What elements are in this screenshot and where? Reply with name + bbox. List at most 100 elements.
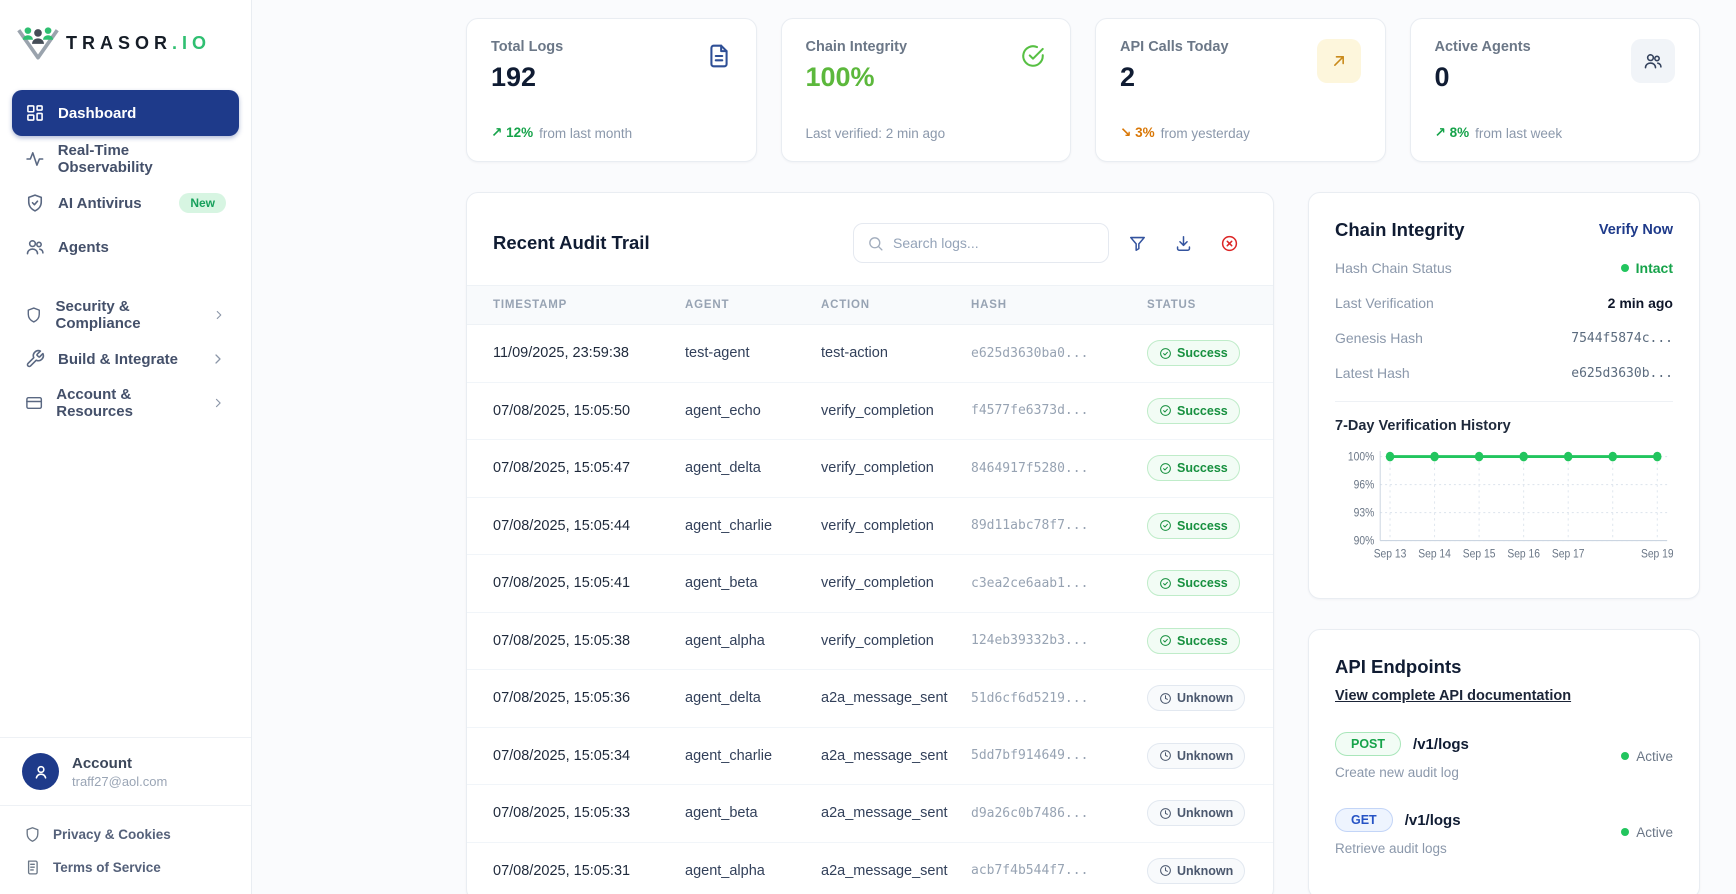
clear-button[interactable]: [1211, 225, 1247, 261]
sidebar-item-real-time-observability[interactable]: Real-Time Observability: [12, 138, 239, 180]
clock-icon: [1160, 807, 1171, 819]
brand-logo-icon: [17, 27, 59, 60]
genesis-hash-value: 7544f5874c...: [1571, 330, 1673, 346]
cell-agent: agent_beta: [685, 575, 758, 592]
sidebar-nav: Dashboard Real-Time Observability AI Ant…: [0, 90, 251, 426]
status-badge: Unknown: [1147, 742, 1246, 769]
status-dot: [1620, 264, 1629, 272]
cell-timestamp: 07/08/2025, 15:05:36: [493, 690, 631, 707]
status-dot: [1621, 752, 1630, 760]
document-icon: [24, 859, 41, 876]
table-row[interactable]: 07/08/2025, 15:05:44 agent_charlie verif…: [467, 498, 1273, 555]
table-row[interactable]: 07/08/2025, 15:05:41 agent_beta verify_c…: [467, 555, 1273, 613]
cell-action: verify_completion: [821, 517, 934, 534]
clock-icon: [1160, 692, 1171, 704]
table-header: Timestamp Agent Action Hash Status: [467, 285, 1273, 325]
divider: [1335, 401, 1673, 402]
sidebar-item-build-integrate[interactable]: Build & Integrate: [12, 338, 239, 380]
users-icon: [25, 237, 45, 257]
sidebar-item-ai-antivirus[interactable]: AI Antivirus New: [12, 182, 239, 224]
svg-text:Sep 14: Sep 14: [1418, 548, 1451, 561]
audit-trail-title: Recent Audit Trail: [493, 232, 650, 253]
field-label: Latest Hash: [1335, 365, 1410, 381]
status-badge: Success: [1147, 570, 1240, 597]
cell-agent: agent_delta: [685, 460, 761, 477]
table-row[interactable]: 11/09/2025, 23:59:38 test-agent test-act…: [467, 325, 1273, 383]
cell-agent: test-agent: [685, 345, 750, 362]
shield-check-icon: [25, 193, 45, 213]
sidebar: TRASOR.IO Dashboard Real-Time Observabil…: [0, 0, 252, 894]
table-row[interactable]: 07/08/2025, 15:05:38 agent_alpha verify_…: [467, 613, 1273, 670]
sidebar-item-security-compliance[interactable]: Security & Compliance: [12, 294, 239, 336]
account-email: traff27@aol.com: [72, 773, 168, 789]
table-body: 11/09/2025, 23:59:38 test-agent test-act…: [467, 325, 1273, 894]
last-verification-value: 2 min ago: [1607, 295, 1673, 311]
table-row[interactable]: 07/08/2025, 15:05:50 agent_echo verify_c…: [467, 383, 1273, 440]
cell-agent: agent_charlie: [685, 747, 773, 764]
stats-row: Total Logs 192 ↗ 12% from last month Cha…: [466, 18, 1700, 162]
stat-card-total-logs: Total Logs 192 ↗ 12% from last month: [466, 18, 757, 162]
cell-hash: 89d11abc78f7...: [971, 518, 1089, 534]
grid-icon: [25, 103, 45, 123]
sidebar-item-dashboard[interactable]: Dashboard: [12, 90, 239, 136]
table-row[interactable]: 07/08/2025, 15:05:36 agent_delta a2a_mes…: [467, 670, 1273, 728]
cell-hash: d9a26c0b7486...: [971, 805, 1089, 821]
field-label: Last Verification: [1335, 295, 1434, 311]
svg-text:96%: 96%: [1354, 479, 1375, 492]
status-badge: Success: [1147, 627, 1240, 654]
users-icon: [1631, 39, 1675, 83]
status-badge: Success: [1147, 512, 1240, 539]
verification-history-title: 7-Day Verification History: [1335, 418, 1511, 434]
endpoint-status: Active: [1621, 825, 1673, 840]
cell-action: a2a_message_sent: [821, 690, 948, 707]
api-docs-link[interactable]: View complete API documentation: [1335, 688, 1571, 704]
stat-card-chain-integrity: Chain Integrity 100% Last verified: 2 mi…: [780, 18, 1071, 162]
cell-action: test-action: [821, 345, 888, 362]
sidebar-item-agents[interactable]: Agents: [12, 226, 239, 268]
account-menu[interactable]: Account traff27@aol.com: [0, 737, 251, 805]
status-badge: Success: [1147, 397, 1240, 424]
check-circle-icon: [1160, 520, 1171, 532]
cell-agent: agent_charlie: [685, 517, 773, 534]
download-icon: [1176, 235, 1190, 251]
sidebar-item-account-resources[interactable]: Account & Resources: [12, 382, 239, 424]
activity-icon: [25, 149, 45, 169]
cell-action: verify_completion: [821, 402, 934, 419]
verify-now-button[interactable]: Verify Now: [1599, 222, 1673, 238]
brand-name: TRASOR.IO: [66, 32, 212, 53]
endpoint-list: POST /v1/logs Create new audit log Activ…: [1335, 732, 1673, 856]
status-badge: Unknown: [1147, 857, 1246, 884]
search-logs-input[interactable]: [893, 235, 1095, 251]
filter-button[interactable]: [1119, 225, 1155, 261]
table-row[interactable]: 07/08/2025, 15:05:31 agent_alpha a2a_mes…: [467, 843, 1273, 894]
cell-timestamp: 07/08/2025, 15:05:31: [493, 862, 631, 879]
cell-hash: e625d3630ba0...: [971, 345, 1089, 361]
check-circle-icon: [1160, 462, 1171, 474]
table-row[interactable]: 07/08/2025, 15:05:33 agent_beta a2a_mess…: [467, 785, 1273, 843]
table-row[interactable]: 07/08/2025, 15:05:34 agent_charlie a2a_m…: [467, 728, 1273, 785]
cell-hash: 51d6cf6d5219...: [971, 690, 1089, 706]
cell-action: a2a_message_sent: [821, 805, 948, 822]
endpoint-description: Retrieve audit logs: [1335, 841, 1447, 856]
verification-history-chart: 100% 96% 93% 90%Sep 13 Sep 14 Sep 15 Sep 16 Sep…: [1348, 451, 1673, 561]
brand-logo[interactable]: TRASOR.IO: [0, 0, 251, 90]
hash-chain-status-value: Intact: [1620, 260, 1673, 276]
terms-of-service-link[interactable]: Terms of Service: [12, 851, 239, 884]
cell-hash: f4577fe6373d...: [971, 403, 1089, 419]
api-endpoints-panel: API Endpoints View complete API document…: [1308, 629, 1700, 894]
stat-value: 192: [491, 62, 537, 92]
trend-up-arrow: ↗ 12%: [491, 125, 534, 140]
status-dot: [1621, 828, 1630, 836]
table-row[interactable]: 07/08/2025, 15:05:47 agent_delta verify_…: [467, 440, 1273, 498]
avatar: [22, 753, 59, 790]
cell-action: a2a_message_sent: [821, 747, 948, 764]
privacy-cookies-link[interactable]: Privacy & Cookies: [12, 818, 239, 851]
svg-text:Sep 19: Sep 19: [1641, 548, 1673, 561]
download-button[interactable]: [1165, 225, 1201, 261]
stat-value: 100%: [805, 62, 875, 92]
column-header-status: Status: [1147, 299, 1197, 311]
status-badge: Unknown: [1147, 685, 1246, 712]
svg-text:Sep 13: Sep 13: [1374, 548, 1407, 561]
cell-hash: c3ea2ce6aab1...: [971, 575, 1089, 591]
stat-label: Chain Integrity: [805, 39, 908, 55]
